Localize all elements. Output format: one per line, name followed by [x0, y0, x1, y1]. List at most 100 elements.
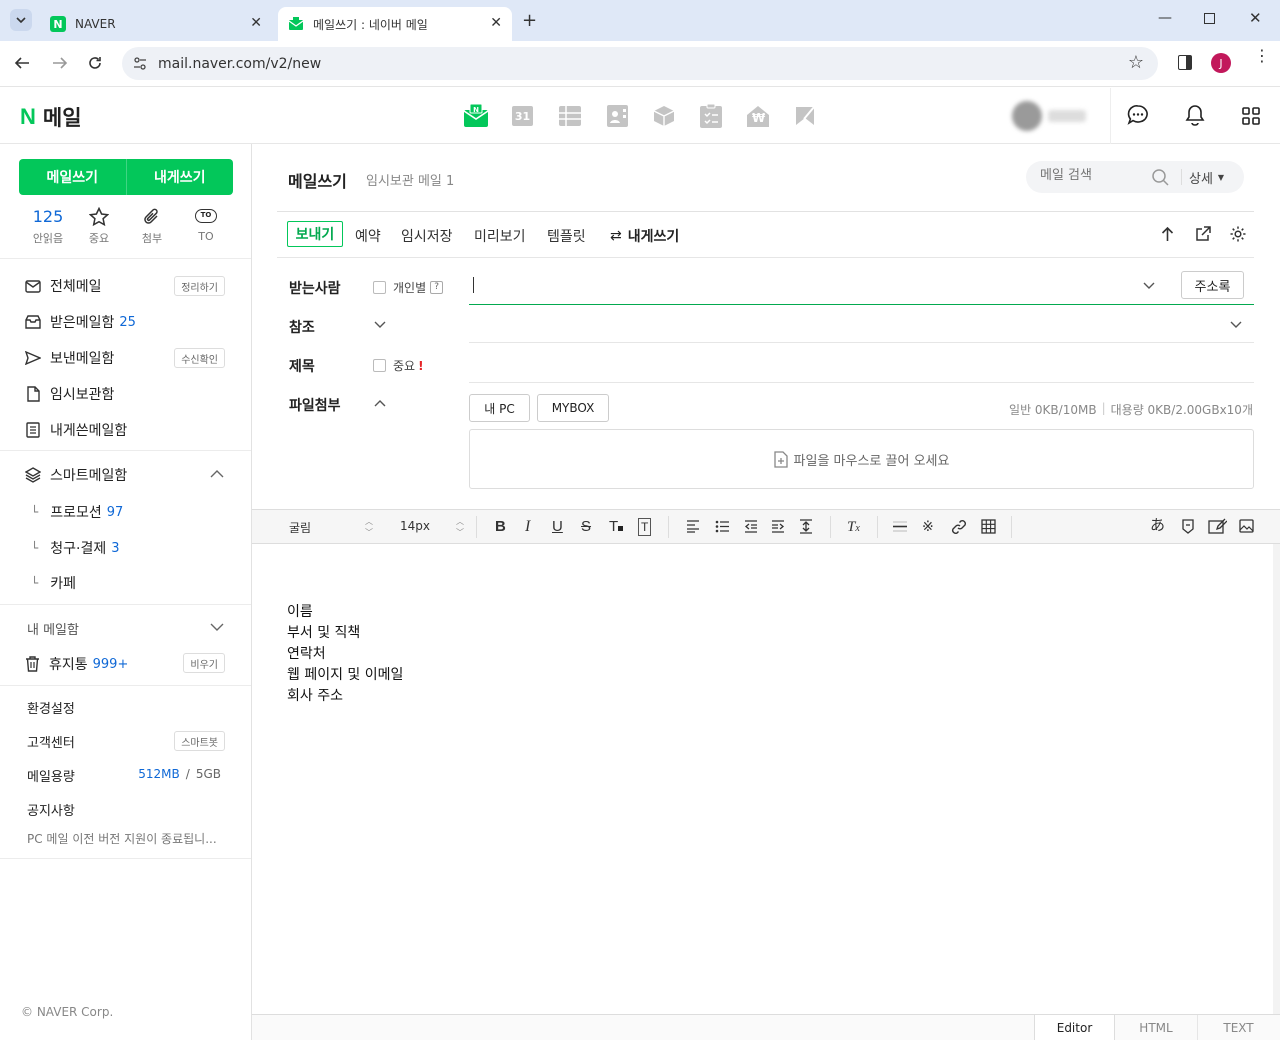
- help-icon[interactable]: ?: [430, 281, 444, 294]
- folder-sent[interactable]: 보낸메일함: [25, 348, 114, 368]
- horizontal-rule-icon[interactable]: [892, 520, 908, 533]
- file-drop-zone[interactable]: 파일을 마우스로 끌어 오세요: [469, 429, 1254, 489]
- notice-text[interactable]: PC 메일 이전 버전 지원이 종료됩니...: [27, 830, 217, 847]
- back-icon[interactable]: [14, 56, 30, 70]
- outdent-icon[interactable]: [744, 520, 758, 533]
- profile-avatar[interactable]: J: [1211, 53, 1231, 73]
- edit-image-icon[interactable]: [1208, 518, 1227, 534]
- signature-line[interactable]: 부서 및 직책: [287, 622, 360, 642]
- signature-line[interactable]: 웹 페이지 및 이메일: [287, 664, 403, 684]
- quick-unread[interactable]: 125 안읽음: [20, 207, 76, 246]
- window-close-icon[interactable]: ✕: [1249, 9, 1262, 27]
- save-draft-button[interactable]: 임시저장: [401, 226, 453, 246]
- side-panel-icon[interactable]: [1178, 55, 1192, 70]
- chevron-down-icon[interactable]: [210, 623, 224, 631]
- smartbot-button[interactable]: 스마트봇: [174, 731, 225, 751]
- background-color-icon[interactable]: T: [638, 518, 652, 536]
- tab-naver[interactable]: N NAVER ✕: [40, 7, 272, 41]
- editor-scrollbar[interactable]: [1273, 544, 1280, 1014]
- site-info-icon[interactable]: [133, 57, 147, 70]
- mybox-button[interactable]: MYBOX: [537, 394, 609, 422]
- folder-all[interactable]: 전체메일: [25, 276, 102, 296]
- bookmark-star-icon[interactable]: ☆: [1128, 52, 1144, 73]
- chevron-up-icon[interactable]: [210, 470, 224, 478]
- search-input[interactable]: [1040, 168, 1150, 183]
- smart-mailbox-header[interactable]: 스마트메일함: [25, 465, 127, 485]
- size-stepper-icon[interactable]: ︿ ﹀: [456, 516, 464, 538]
- naver-mail-logo[interactable]: N 메일: [20, 102, 82, 132]
- detail-search-button[interactable]: 상세 ▼: [1189, 168, 1224, 187]
- compose-button[interactable]: 메일쓰기: [19, 159, 127, 195]
- bold-icon[interactable]: B: [495, 519, 506, 535]
- line-height-icon[interactable]: [799, 519, 813, 534]
- minimize-icon[interactable]: —: [1158, 10, 1172, 26]
- font-color-icon[interactable]: T: [609, 519, 624, 535]
- notice-title[interactable]: 공지사항: [27, 800, 75, 819]
- chat-icon[interactable]: [1127, 104, 1149, 126]
- cc-input[interactable]: [469, 308, 1254, 343]
- font-family-select[interactable]: 굴림: [289, 519, 311, 536]
- font-size-select[interactable]: 14px: [400, 519, 430, 533]
- folder-self-sent[interactable]: 내게쓴메일함: [25, 420, 127, 440]
- contacts-service-icon[interactable]: [607, 105, 628, 127]
- important-checkbox[interactable]: [373, 359, 386, 372]
- table-service-icon[interactable]: [559, 106, 581, 126]
- folder-inbox[interactable]: 받은메일함 25: [25, 312, 136, 332]
- mail-service-icon[interactable]: N: [463, 104, 489, 128]
- chevron-down-icon[interactable]: [1230, 321, 1242, 329]
- smart-item-cafe[interactable]: └ 카페: [31, 573, 76, 593]
- reserve-button[interactable]: 예약: [355, 226, 381, 246]
- important-option[interactable]: 중요 !: [373, 357, 424, 374]
- template-button[interactable]: 템플릿: [547, 226, 586, 246]
- pay-service-icon[interactable]: ₩: [746, 105, 770, 127]
- folder-drafts[interactable]: 임시보관함: [25, 384, 114, 404]
- individual-send-option[interactable]: 개인별 ?: [373, 279, 444, 296]
- signature-icon[interactable]: [1180, 518, 1196, 535]
- bullet-list-icon[interactable]: [715, 520, 729, 533]
- support-link[interactable]: 고객센터: [27, 732, 75, 751]
- tab-compose[interactable]: 메일쓰기 : 네이버 메일 ✕: [278, 7, 512, 41]
- drafts-link[interactable]: 임시보관 메일 1: [366, 170, 454, 189]
- forward-icon[interactable]: [52, 56, 68, 70]
- address-bar[interactable]: mail.naver.com/v2/new ☆: [122, 47, 1158, 80]
- self-compose-button[interactable]: 내게쓰기: [127, 159, 234, 195]
- calendar-service-icon[interactable]: 31: [512, 106, 533, 126]
- organize-button[interactable]: 정리하기: [174, 276, 225, 296]
- table-icon[interactable]: [981, 519, 996, 534]
- chevron-up-icon[interactable]: [374, 399, 386, 407]
- my-pc-button[interactable]: 내 PC: [469, 394, 530, 422]
- smart-item-billing[interactable]: └ 청구·결제 3: [31, 538, 120, 558]
- chevron-down-icon[interactable]: [374, 321, 386, 329]
- underline-icon[interactable]: U: [552, 519, 563, 535]
- search-icon[interactable]: [1152, 169, 1169, 186]
- align-left-icon[interactable]: [686, 520, 700, 533]
- insert-image-icon[interactable]: [1239, 519, 1254, 533]
- popout-icon[interactable]: [1195, 226, 1211, 242]
- close-tab-icon[interactable]: ✕: [250, 15, 262, 31]
- text-mode-tab[interactable]: TEXT: [1197, 1015, 1279, 1040]
- account-avatar[interactable]: [1012, 101, 1042, 131]
- quick-to[interactable]: TO TO: [178, 207, 234, 243]
- browser-menu-icon[interactable]: ⋮: [1254, 48, 1270, 64]
- settings-link[interactable]: 환경설정: [27, 698, 75, 717]
- spell-check-icon[interactable]: あ: [1150, 517, 1165, 533]
- italic-icon[interactable]: I: [525, 519, 530, 535]
- indent-icon[interactable]: [771, 520, 785, 533]
- preview-button[interactable]: 미리보기: [474, 226, 526, 246]
- maximize-icon[interactable]: [1204, 13, 1215, 24]
- send-button[interactable]: 보내기: [287, 221, 343, 247]
- quick-attachment[interactable]: 첨부: [124, 207, 180, 246]
- self-write-toggle[interactable]: ⇄ 내게쓰기: [610, 226, 679, 246]
- apps-grid-icon[interactable]: [1242, 107, 1260, 125]
- account-name-blurred[interactable]: [1048, 110, 1086, 122]
- strikethrough-icon[interactable]: S: [581, 519, 591, 535]
- subject-input[interactable]: [469, 346, 1254, 383]
- notification-bell-icon[interactable]: [1185, 104, 1205, 126]
- link-icon[interactable]: [951, 519, 967, 535]
- font-stepper-icon[interactable]: ︿ ﹀: [365, 516, 373, 538]
- arrow-up-icon[interactable]: [1161, 226, 1174, 242]
- smart-item-promotion[interactable]: └ 프로모션 97: [31, 502, 123, 522]
- new-tab-icon[interactable]: +: [522, 10, 537, 31]
- clear-format-icon[interactable]: Tx: [847, 519, 860, 537]
- memo-service-icon[interactable]: [700, 104, 722, 128]
